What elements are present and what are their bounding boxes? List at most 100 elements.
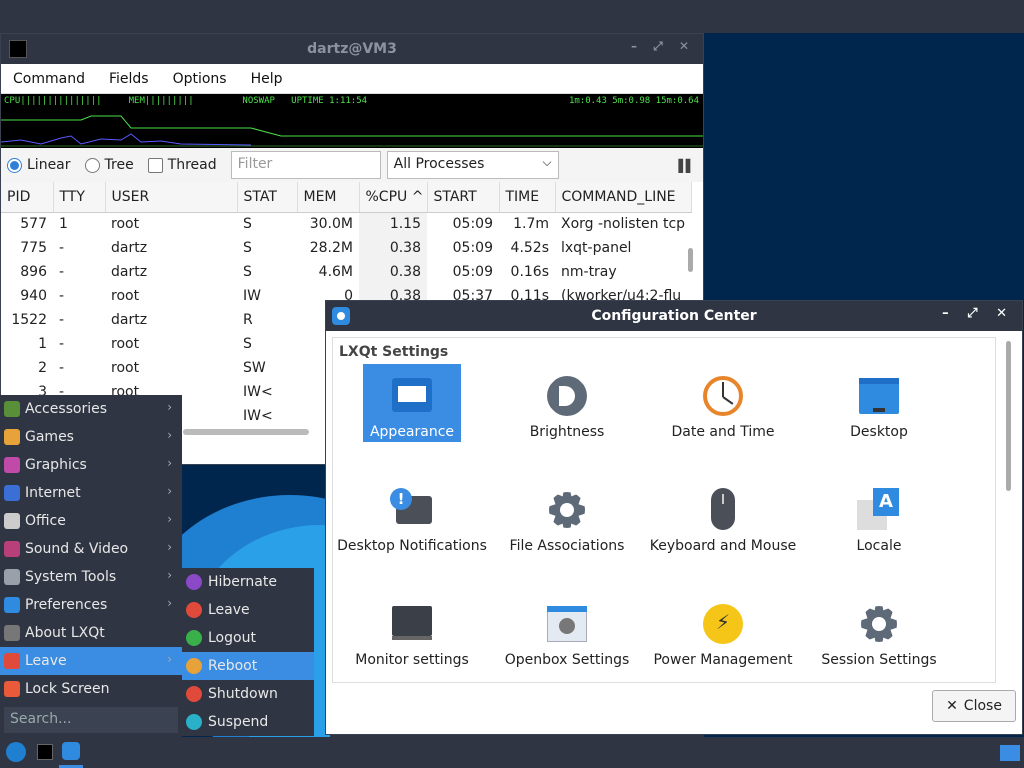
menu-options[interactable]: Options xyxy=(161,71,239,87)
close-button[interactable]: ✕ Close xyxy=(932,690,1016,722)
terminal-icon[interactable] xyxy=(37,744,53,760)
menubar: Command Fields Options Help xyxy=(1,64,703,94)
menu-item-graphics[interactable]: Graphics › xyxy=(0,451,182,479)
table-cell: 05:09 xyxy=(452,240,493,256)
settings-item-label: Monitor settings xyxy=(355,652,469,668)
menu-item-games[interactable]: Games › xyxy=(0,423,182,451)
leave-submenu: Hibernate Leave Logout Reboot Shutdown Suspen… xyxy=(182,568,314,736)
menu-item-system-tools[interactable]: System Tools › xyxy=(0,563,182,591)
menu-command[interactable]: Command xyxy=(1,71,97,87)
openbox-icon xyxy=(543,600,591,648)
process-table-horizontal-scrollbar[interactable] xyxy=(183,429,309,435)
settings-item-label: Desktop xyxy=(850,424,908,440)
settings-item-date-and-time[interactable]: Date and Time xyxy=(648,364,798,464)
settings-item-appearance[interactable]: Appearance xyxy=(363,364,461,442)
menu-item-leave[interactable]: Leave › xyxy=(0,647,182,675)
settings-item-desktop-notifications[interactable]: ! Desktop Notifications xyxy=(337,478,487,578)
process-filter-select[interactable]: All Processes ⌵ xyxy=(386,151,559,179)
gear-icon xyxy=(543,486,591,534)
table-cell: - xyxy=(59,312,65,328)
col-cpu[interactable]: %CPU ^ xyxy=(359,182,428,213)
internet-icon xyxy=(4,485,20,501)
menu-fields[interactable]: Fields xyxy=(97,71,161,87)
table-row[interactable]: 577 1 root S 30.0M 1.15 05:09 1.7m Xorg -noliste… xyxy=(1,212,691,236)
chevron-right-icon: › xyxy=(167,428,172,442)
leave-submenu-hibernate[interactable]: Hibernate xyxy=(182,568,314,596)
menu-item-sound-video[interactable]: Sound & Video › xyxy=(0,535,182,563)
settings-item-locale[interactable]: A Locale xyxy=(804,478,954,578)
leave-submenu-shutdown[interactable]: Shutdown xyxy=(182,680,314,708)
leave-submenu-label: Reboot xyxy=(208,658,258,674)
table-cell: - xyxy=(59,264,65,280)
menu-item-lock-screen[interactable]: Lock Screen xyxy=(0,675,182,703)
process-table-header: PID TTY USER STAT MEM %CPU ^ START TIME … xyxy=(1,182,692,213)
table-cell: 4.6M xyxy=(318,264,353,280)
table-cell: IW< xyxy=(243,408,273,424)
col-start[interactable]: START xyxy=(427,182,500,213)
leave-submenu-reboot[interactable]: Reboot xyxy=(182,652,314,680)
process-table-vertical-scrollbar[interactable] xyxy=(688,248,693,272)
lxqt-menu-icon[interactable] xyxy=(6,742,26,762)
tree-radio-indicator[interactable] xyxy=(84,157,100,173)
settings-item-label: File Associations xyxy=(509,538,625,554)
table-cell: 1.7m xyxy=(513,216,549,233)
notifications-icon: ! xyxy=(388,486,436,534)
settings-item-openbox-settings[interactable]: Openbox Settings xyxy=(492,592,642,682)
tree-radio[interactable]: Tree xyxy=(84,157,134,173)
linear-radio-indicator[interactable] xyxy=(7,157,22,173)
logout-icon xyxy=(186,630,202,646)
menu-item-label: Sound & Video xyxy=(25,541,129,557)
menu-help[interactable]: Help xyxy=(239,71,295,87)
window-controls[interactable]: – ⤢ ✕ xyxy=(631,39,695,54)
settings-item-file-associations[interactable]: File Associations xyxy=(492,478,642,578)
menu-item-preferences[interactable]: Preferences › xyxy=(0,591,182,619)
col-tty[interactable]: TTY xyxy=(53,182,106,213)
configuration-center-taskbar-icon[interactable] xyxy=(62,742,80,760)
settings-item-keyboard-and-mouse[interactable]: Keyboard and Mouse xyxy=(648,478,798,578)
table-row[interactable]: 775- dartz S 28.2M 0.38 05:09 4.52s lxqt-panel xyxy=(1,236,691,260)
menu-item-accessories[interactable]: Accessories › xyxy=(0,395,182,423)
col-time[interactable]: TIME xyxy=(499,182,556,213)
col-command-line[interactable]: COMMAND_LINE xyxy=(555,182,692,213)
col-stat[interactable]: STAT xyxy=(237,182,298,213)
filter-input[interactable]: Filter xyxy=(230,151,381,179)
thread-checkbox-indicator[interactable] xyxy=(147,157,163,173)
menu-item-label: Preferences xyxy=(25,597,108,613)
leave-submenu-logout[interactable]: Logout xyxy=(182,624,314,652)
table-cell: 940 xyxy=(20,288,47,304)
table-cell: SW xyxy=(243,360,266,376)
col-mem[interactable]: MEM xyxy=(297,182,360,213)
col-pid[interactable]: PID xyxy=(1,182,54,213)
leave-submenu-suspend[interactable]: Suspend xyxy=(182,708,314,736)
menu-item-about-lxqt[interactable]: About LXQt xyxy=(0,619,182,647)
pause-icon[interactable]: ▌▌ xyxy=(679,159,696,173)
settings-item-desktop[interactable]: Desktop xyxy=(804,364,954,464)
leave-submenu-leave[interactable]: Leave xyxy=(182,596,314,624)
thread-checkbox[interactable]: Thread xyxy=(147,157,217,173)
chevron-right-icon: › xyxy=(167,568,172,582)
show-desktop-icon[interactable] xyxy=(1000,745,1020,761)
configuration-center-title: Configuration Center xyxy=(591,308,757,324)
application-menu-items: Accessories › Games › Graphics › Internet › Offi… xyxy=(0,395,182,703)
settings-item-monitor-settings[interactable]: Monitor settings xyxy=(337,592,487,682)
settings-vertical-scrollbar[interactable] xyxy=(1006,341,1011,491)
settings-panel: LXQt Settings Appearance Brightness Date a… xyxy=(332,337,996,683)
settings-item-session-settings[interactable]: Session Settings xyxy=(804,592,954,682)
window-controls[interactable]: – ⤢ ✕ xyxy=(942,306,1014,321)
table-cell: 28.2M xyxy=(309,240,353,256)
linear-radio[interactable]: Linear xyxy=(7,157,71,173)
configuration-center-window: Configuration Center – ⤢ ✕ LXQt Settings… xyxy=(325,300,1023,735)
process-filter-bar: Linear Tree Thread Filter All Processes … xyxy=(1,148,703,182)
table-cell: dartz xyxy=(111,312,148,328)
menu-item-label: System Tools xyxy=(25,569,117,585)
menu-item-office[interactable]: Office › xyxy=(0,507,182,535)
table-row[interactable]: 896- dartz S 4.6M 0.38 05:09 0.16s nm-tray xyxy=(1,260,691,284)
menu-search-input[interactable]: Search... xyxy=(4,707,178,733)
settings-item-power-management[interactable]: ⚡ Power Management xyxy=(648,592,798,682)
settings-item-brightness[interactable]: Brightness xyxy=(492,364,642,464)
col-user[interactable]: USER xyxy=(105,182,238,213)
table-cell: root xyxy=(111,216,140,233)
configuration-center-titlebar[interactable]: Configuration Center – ⤢ ✕ xyxy=(326,301,1022,331)
process-monitor-titlebar[interactable]: dartz@VM3 – ⤢ ✕ xyxy=(1,34,703,64)
menu-item-internet[interactable]: Internet › xyxy=(0,479,182,507)
